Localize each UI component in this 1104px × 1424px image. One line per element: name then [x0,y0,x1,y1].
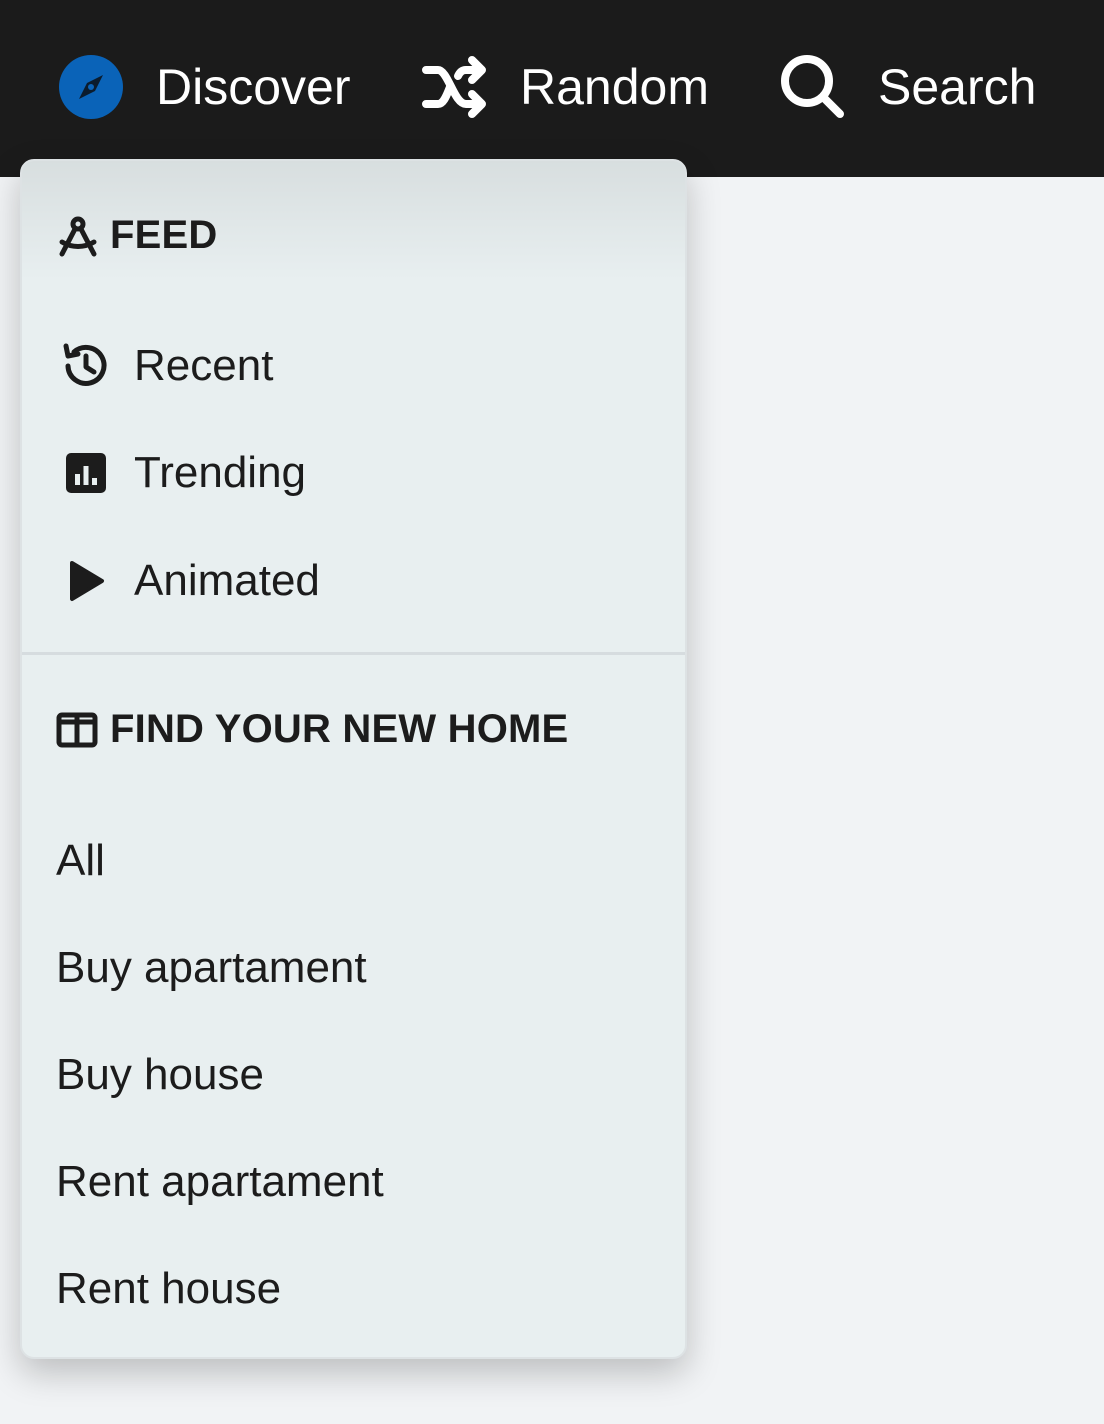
columns-icon [56,708,100,752]
menu-item-rent-apartament[interactable]: Rent apartament [56,1152,384,1212]
bar-chart-icon [56,443,116,503]
search-label: Search [878,59,1037,115]
menu-item-trending[interactable]: Trending [56,443,306,503]
menu-item-label: Buy house [56,1050,264,1099]
menu-item-label: Rent house [56,1264,282,1313]
feed-section-header: FEED [56,213,217,258]
random-label: Random [520,59,709,115]
compass-tool-icon [56,214,100,258]
menu-item-recent[interactable]: Recent [56,336,273,396]
shuffle-icon [420,54,490,120]
home-section-title: FIND YOUR NEW HOME [110,707,569,751]
menu-item-all[interactable]: All [56,831,105,891]
discover-button[interactable]: Discover [58,50,350,124]
search-button[interactable]: Search [778,50,1036,124]
menu-item-buy-apartament[interactable]: Buy apartament [56,938,367,998]
menu-item-buy-house[interactable]: Buy house [56,1045,264,1105]
menu-item-animated[interactable]: Animated [56,551,320,611]
menu-item-label: Rent apartament [56,1157,384,1206]
menu-item-label: Recent [134,341,274,390]
feed-section-title: FEED [110,213,218,257]
top-navigation-bar: Discover Random Search [0,0,1104,177]
history-icon [56,336,116,396]
menu-item-label: All [56,836,105,885]
random-button[interactable]: Random [420,50,709,124]
discover-label: Discover [156,59,351,115]
section-divider [22,652,685,655]
search-icon [778,52,848,122]
menu-item-label: Animated [134,556,320,605]
menu-item-label: Trending [134,448,307,497]
compass-icon [58,54,124,120]
home-section-header: FIND YOUR NEW HOME [56,707,568,752]
discover-dropdown-menu: FEED Recent Trending Animated FIND YOUR … [20,159,687,1359]
menu-item-label: Buy apartament [56,943,367,992]
play-icon [56,551,116,611]
menu-item-rent-house[interactable]: Rent house [56,1259,281,1319]
